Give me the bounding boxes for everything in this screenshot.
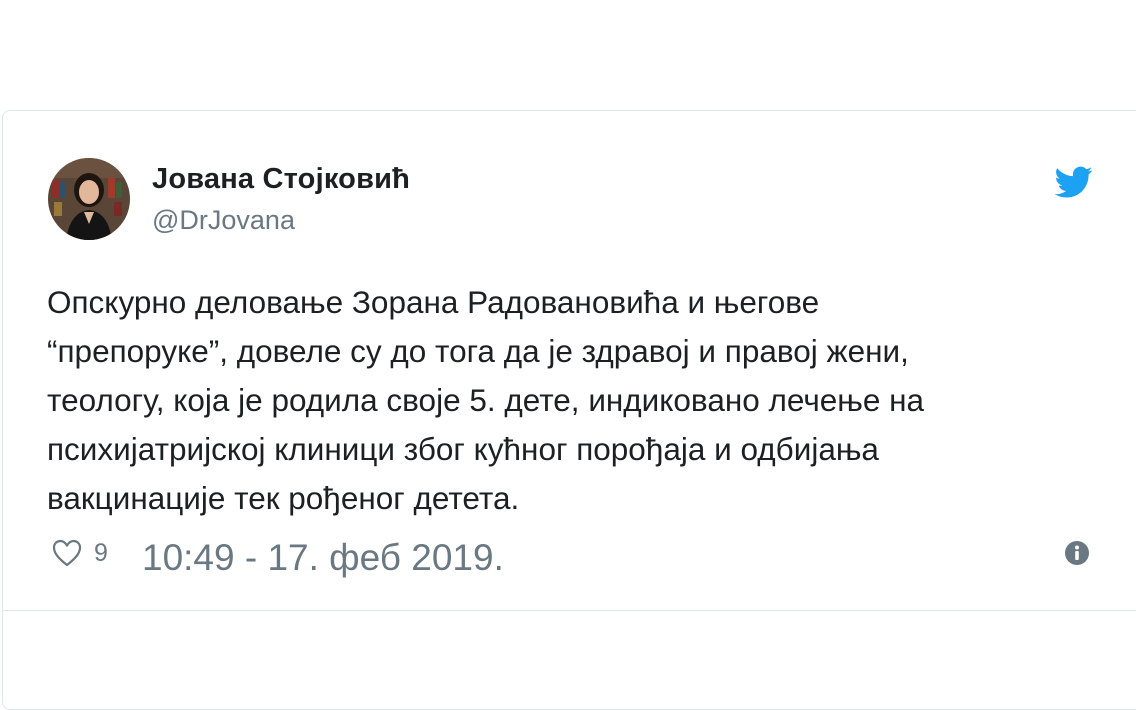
tweet-footer: 9 10:49 - 17. феб 2019. xyxy=(0,530,1136,580)
tweet-text: Опскурно деловање Зорана Радовановића и … xyxy=(47,278,1127,523)
twitter-bird-icon[interactable] xyxy=(1053,163,1095,201)
info-icon[interactable] xyxy=(1064,540,1090,566)
like-count[interactable]: 9 xyxy=(94,539,108,568)
heart-icon[interactable] xyxy=(52,539,82,567)
avatar[interactable] xyxy=(48,158,130,240)
author-name[interactable]: Јована Стојковић xyxy=(152,163,410,196)
tweet-text-line: психијатријској клиници због кућног поро… xyxy=(47,431,879,467)
tweet-text-line: теологу, која је родила своје 5. дете, и… xyxy=(47,382,925,418)
tweet-text-line: вакцинације тек рођеног детета. xyxy=(47,480,520,516)
tweet-text-line: “препоруке”, довеле су до тога да је здр… xyxy=(47,333,909,369)
timestamp-link[interactable]: 10:49 - 17. феб 2019. xyxy=(142,537,504,579)
author-handle[interactable]: @DrJovana xyxy=(152,205,295,236)
divider xyxy=(2,610,1136,611)
tweet-text-line: Опскурно деловање Зорана Радовановића и … xyxy=(47,284,820,320)
